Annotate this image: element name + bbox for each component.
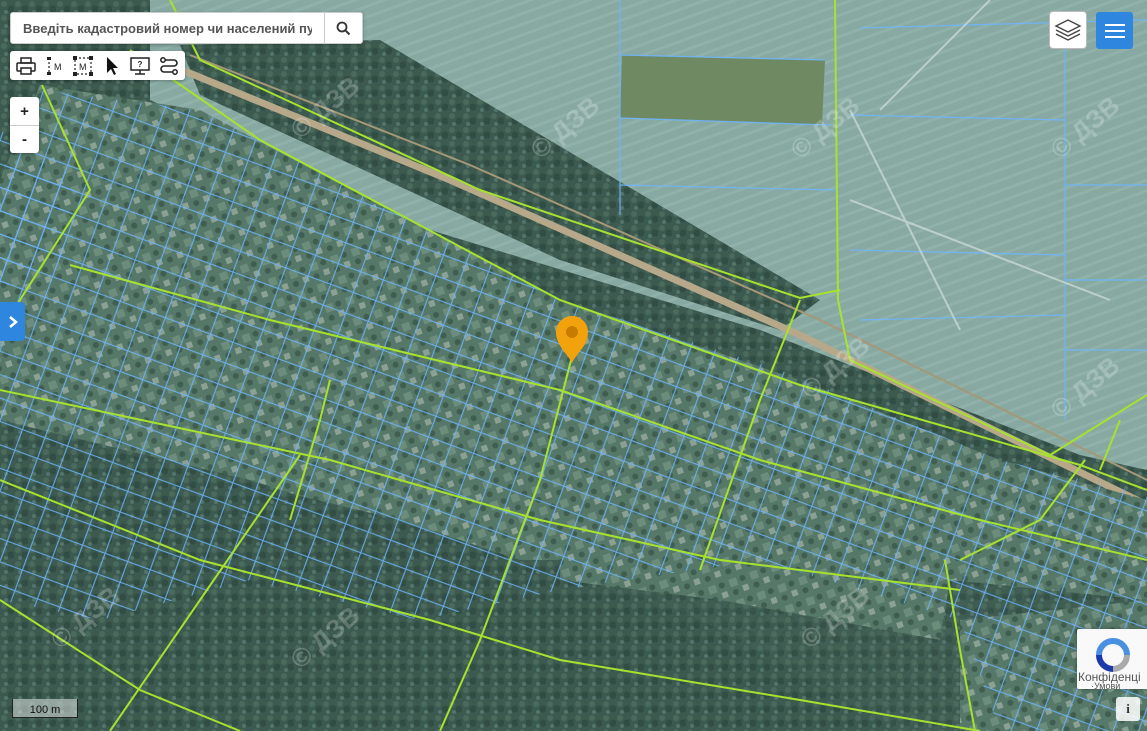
measure-distance-icon: M (46, 56, 62, 75)
hamburger-menu-icon (1104, 23, 1125, 38)
recaptcha-badge[interactable]: Конфіденці ·Умови (1077, 629, 1147, 689)
info-icon: i (1126, 701, 1130, 716)
select-cursor-button[interactable] (98, 52, 127, 79)
svg-text:M: M (79, 62, 87, 72)
layers-button[interactable] (1049, 11, 1087, 49)
info-button[interactable]: i (1116, 697, 1140, 721)
measure-area-icon: M (73, 55, 94, 76)
menu-button[interactable] (1096, 12, 1133, 49)
chevron-right-icon (8, 315, 18, 328)
recaptcha-terms-link[interactable]: ·Умови (1091, 681, 1120, 689)
sidebar-toggle-button[interactable] (0, 302, 25, 341)
layers-icon (1054, 19, 1082, 41)
svg-text:M: M (54, 62, 62, 72)
zoom-in-button[interactable]: + (10, 97, 39, 125)
monitor-help-icon: ? (130, 56, 150, 75)
cursor-icon (106, 56, 118, 75)
print-icon (16, 56, 36, 75)
zoom-control: + - (10, 97, 39, 153)
search-input[interactable] (11, 13, 324, 43)
search-icon (336, 21, 351, 35)
monitor-help-button[interactable]: ? (126, 52, 155, 79)
scale-label: 100 m (29, 704, 61, 716)
search-box (10, 12, 363, 44)
route-icon (159, 56, 178, 75)
search-button[interactable] (324, 13, 362, 43)
measure-distance-button[interactable]: M (41, 52, 70, 79)
recaptcha-logo-icon (1096, 638, 1130, 672)
map-toolbar: M M ? (10, 51, 185, 80)
route-button[interactable] (155, 52, 184, 79)
svg-text:?: ? (138, 60, 143, 69)
print-button[interactable] (12, 52, 41, 79)
map-canvas[interactable]: © ДЗВ © ДЗВ © ДЗВ © ДЗВ © ДЗВ © ДЗВ © ДЗ… (0, 0, 1147, 731)
zoom-out-button[interactable]: - (10, 125, 39, 153)
field-dark-patch (620, 55, 825, 125)
scale-bar: 100 m (12, 699, 78, 718)
measure-area-button[interactable]: M (69, 52, 98, 79)
